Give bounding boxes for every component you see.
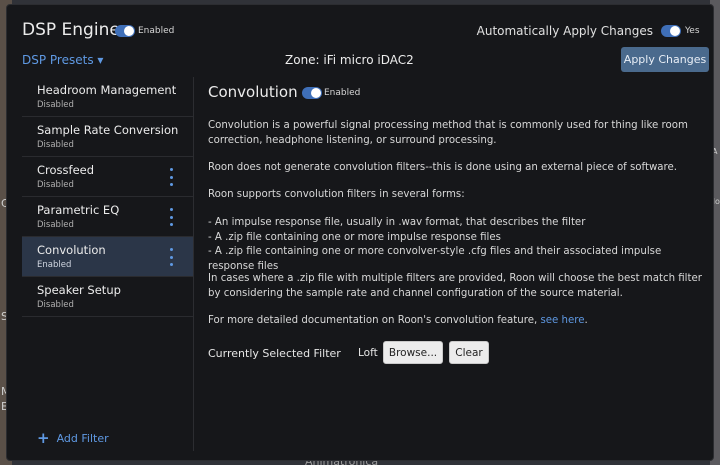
sidebar-item-label: Sample Rate Conversion [37, 123, 179, 137]
add-filter-button[interactable]: + Add Filter [37, 429, 109, 447]
auto-apply-value: Yes [685, 26, 700, 36]
sidebar-item-label: Headroom Management [37, 83, 177, 97]
sidebar-item-crossfeed[interactable]: Crossfeed Disabled [22, 157, 193, 197]
more-options-icon[interactable] [169, 248, 173, 266]
auto-apply-label: Automatically Apply Changes [476, 24, 653, 38]
dsp-engine-toggle-label: Enabled [138, 26, 175, 36]
sidebar-item-convolution[interactable]: Convolution Enabled [22, 237, 193, 277]
description-text: Roon does not generate convolution filte… [208, 162, 677, 173]
description-text: Convolution is a powerful signal process… [208, 120, 688, 146]
dsp-engine-dialog: DSP Engine Enabled Automatically Apply C… [6, 4, 714, 461]
sidebar-item-sample-rate-conversion[interactable]: Sample Rate Conversion Disabled [22, 117, 193, 157]
doc-link-prefix: For more detailed documentation on Roon'… [208, 315, 541, 326]
panel-title: Convolution [208, 83, 298, 101]
see-here-link[interactable]: see here [540, 315, 584, 326]
filter-sidebar: Headroom Management Disabled Sample Rate… [22, 77, 194, 451]
more-options-icon[interactable] [169, 208, 173, 226]
sidebar-item-label: Speaker Setup [37, 283, 121, 297]
sidebar-item-status: Disabled [37, 100, 74, 110]
sidebar-item-speaker-setup[interactable]: Speaker Setup Disabled [22, 277, 193, 317]
apply-changes-button[interactable]: Apply Changes [621, 47, 709, 72]
dsp-engine-toggle[interactable] [115, 25, 135, 37]
sidebar-item-parametric-eq[interactable]: Parametric EQ Disabled [22, 197, 193, 237]
selected-filter-label: Currently Selected Filter [208, 347, 341, 360]
description-text: In cases where a .zip file with multiple… [208, 273, 702, 299]
clear-button[interactable]: Clear [449, 341, 489, 364]
description-text: Roon supports convolution filters in sev… [208, 189, 465, 200]
sidebar-item-status: Disabled [37, 300, 74, 310]
format-list-item: - An impulse response file, usually in .… [208, 217, 586, 228]
format-list-item: - A .zip file containing one or more con… [208, 246, 662, 272]
more-options-icon[interactable] [169, 168, 173, 186]
sidebar-item-status: Disabled [37, 140, 74, 150]
dsp-presets-dropdown[interactable]: DSP Presets ▾ [22, 53, 103, 67]
dialog-title: DSP Engine [22, 20, 120, 40]
auto-apply-toggle[interactable] [661, 25, 681, 37]
format-list-item: - A .zip file containing one or more imp… [208, 232, 501, 243]
add-filter-label: Add Filter [56, 431, 109, 445]
selected-filter-value: Loft [358, 347, 378, 359]
plus-icon: + [37, 429, 50, 447]
zone-label: Zone: iFi micro iDAC2 [285, 53, 414, 67]
browse-button[interactable]: Browse... [383, 341, 443, 364]
doc-link-suffix: . [584, 315, 588, 326]
sidebar-item-headroom-management[interactable]: Headroom Management Disabled [22, 77, 193, 117]
convolution-toggle[interactable] [302, 87, 322, 99]
doc-link-text: For more detailed documentation on Roon'… [208, 313, 703, 328]
convolution-toggle-label: Enabled [324, 88, 361, 98]
